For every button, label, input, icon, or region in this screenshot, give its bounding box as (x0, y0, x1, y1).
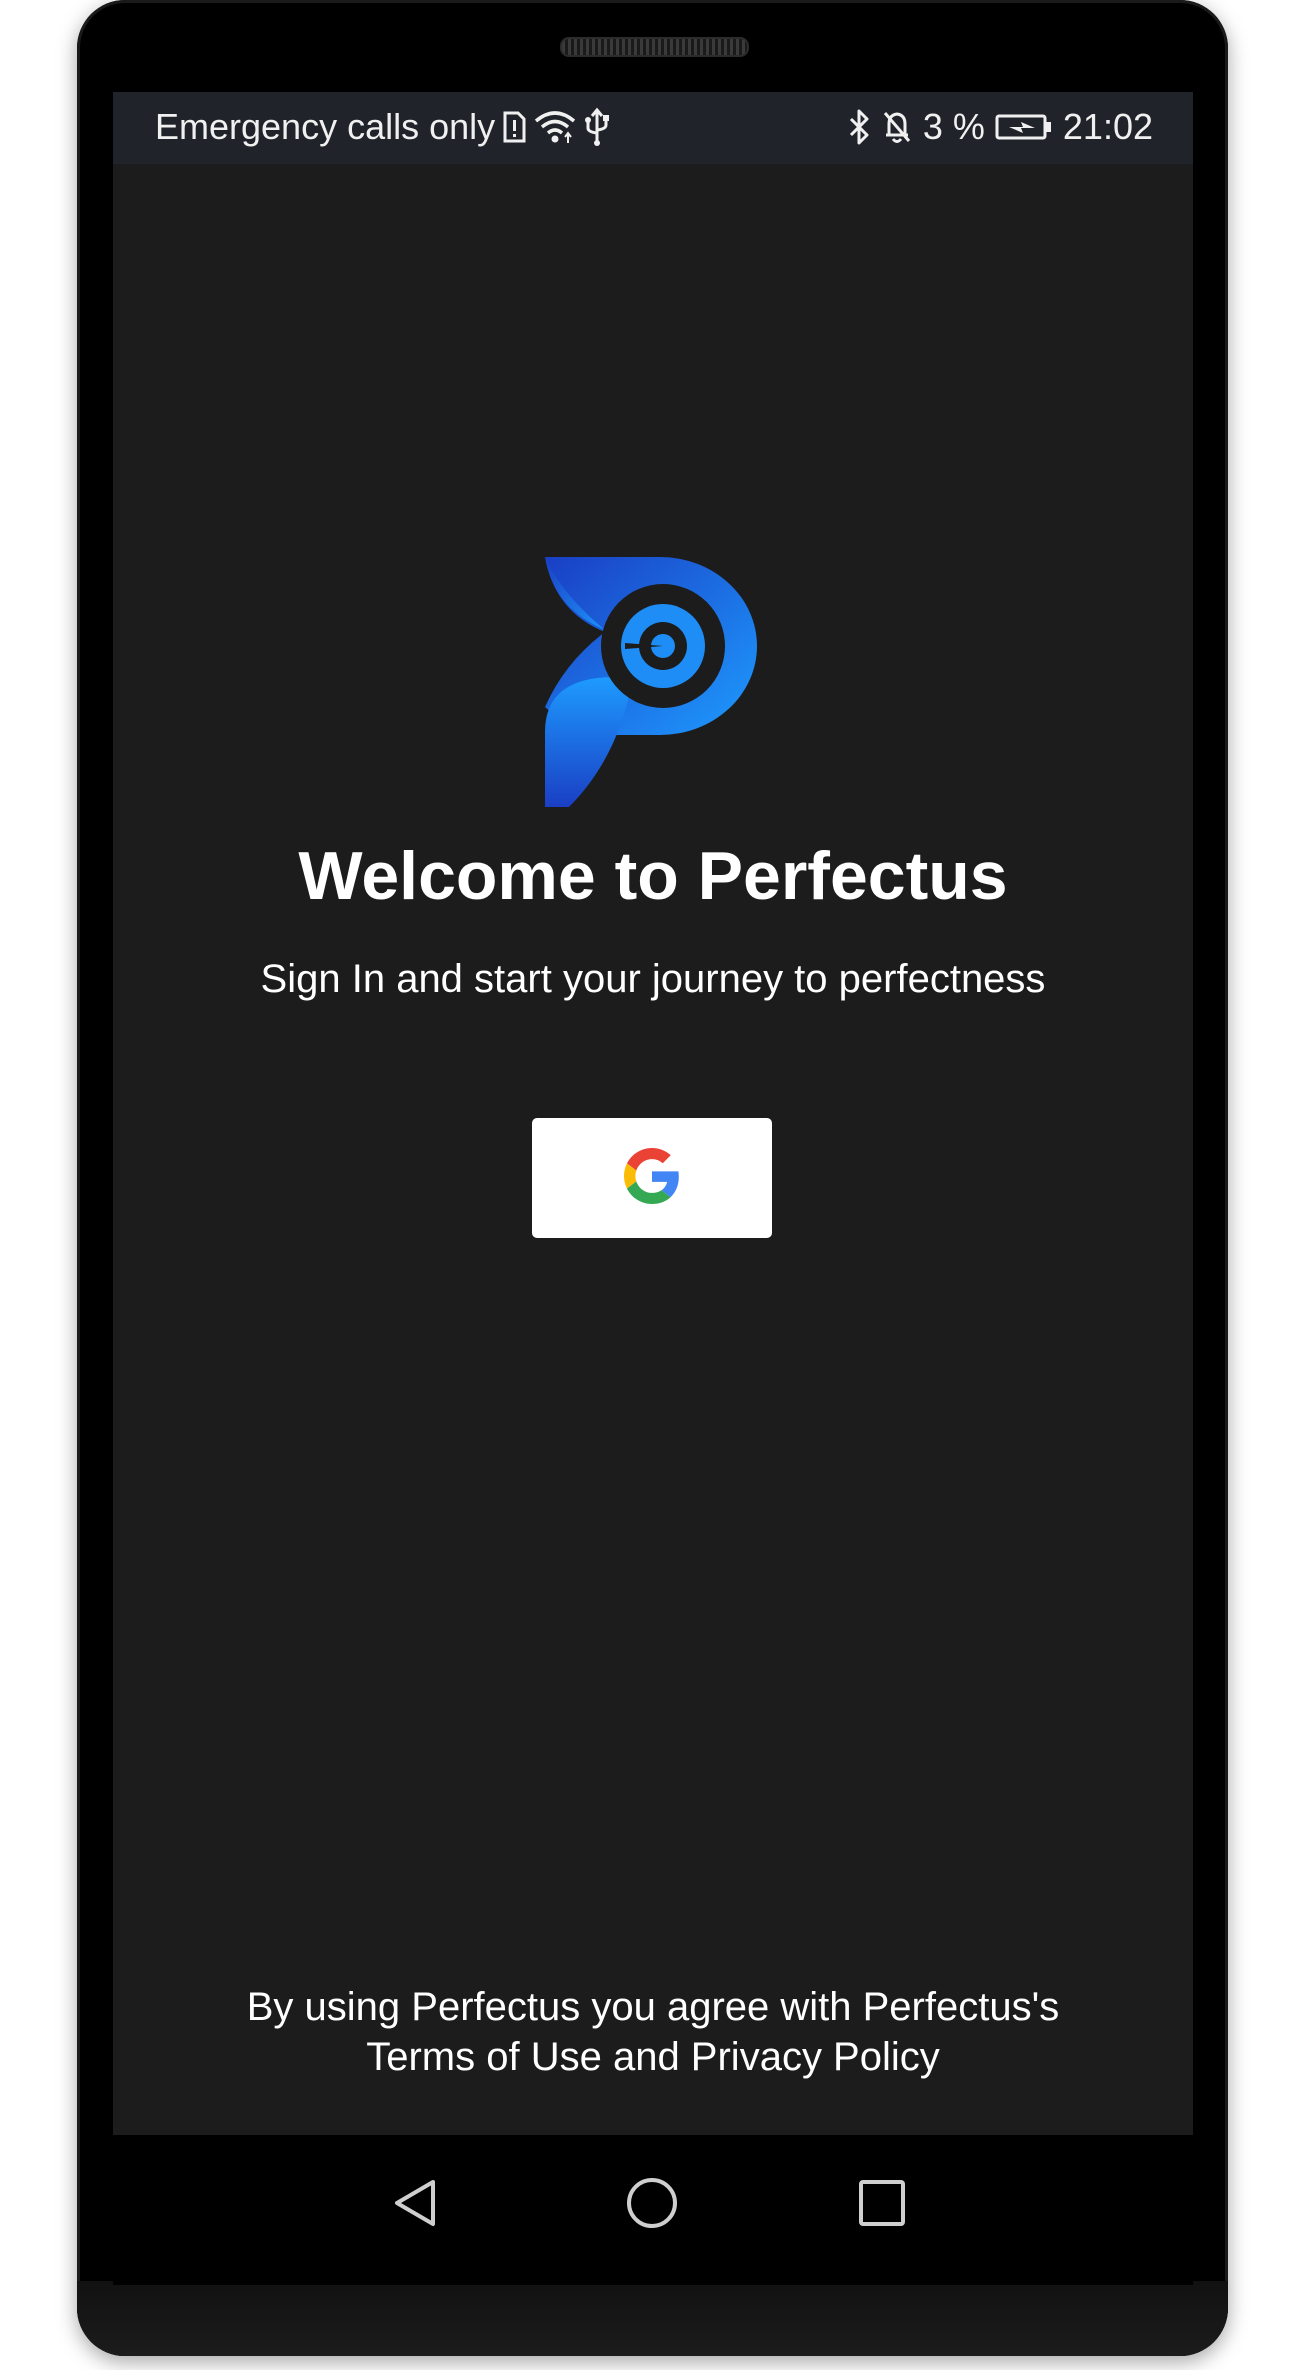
usb-icon (583, 107, 611, 147)
footer-line-1: By using Perfectus you agree with Perfec… (246, 1985, 1060, 2029)
clock: 21:02 (1062, 106, 1153, 147)
carrier-text: Emergency calls only (155, 106, 496, 147)
terms-footer: By using Perfectus you agree with Perfec… (113, 1982, 1193, 2082)
status-bar: Emergency calls only 3 % 21:02 (113, 92, 1193, 164)
earpiece-speaker (560, 37, 749, 57)
home-icon (625, 2176, 679, 2235)
terms-privacy-link[interactable]: Terms of Use and Privacy Policy (113, 2032, 1193, 2082)
phone-chin (77, 2281, 1228, 2356)
battery-percent: 3 % (922, 106, 985, 147)
bell-off-icon (881, 107, 913, 147)
screen: Emergency calls only 3 % 21:02 Welcome t… (113, 92, 1193, 2135)
back-button[interactable] (376, 2165, 456, 2245)
status-left: Emergency calls only (155, 106, 611, 148)
recents-button[interactable] (842, 2165, 922, 2245)
battery-charging-icon (995, 107, 1053, 147)
home-button[interactable] (612, 2165, 692, 2245)
recents-icon (855, 2176, 909, 2235)
perfectus-logo (545, 557, 759, 807)
sim-alert-icon (501, 107, 527, 147)
wifi-icon (533, 107, 577, 147)
google-g-icon (624, 1147, 680, 1209)
status-right: 3 % 21:02 (847, 106, 1153, 148)
stage: Emergency calls only 3 % 21:02 Welcome t… (0, 0, 1305, 2370)
navigation-bar (113, 2135, 1193, 2285)
back-icon (389, 2176, 443, 2235)
welcome-subtitle: Sign In and start your journey to perfec… (260, 957, 1046, 1001)
google-sign-in-button[interactable] (532, 1118, 772, 1238)
bluetooth-icon (847, 107, 871, 147)
welcome-title: Welcome to Perfectus (298, 838, 1008, 914)
